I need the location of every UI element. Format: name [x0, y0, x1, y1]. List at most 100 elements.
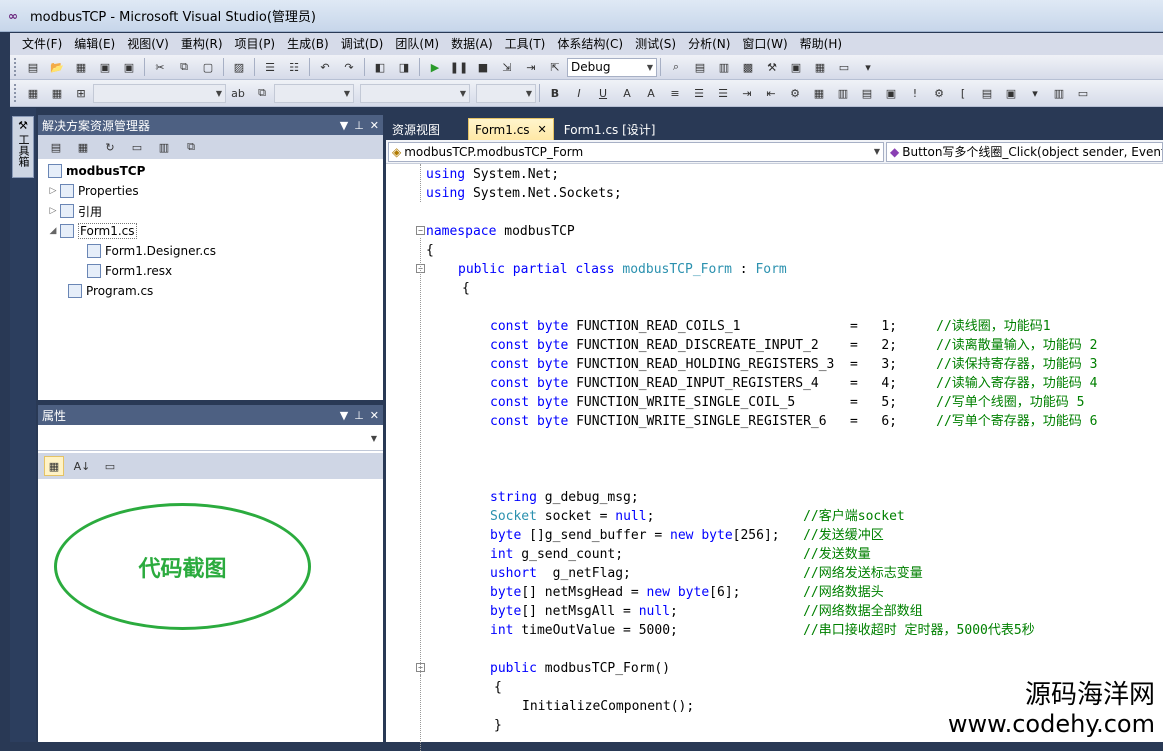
code-line[interactable]: − namespace modbusTCP [386, 222, 1163, 241]
menu-team[interactable]: 团队(M) [389, 34, 445, 54]
code-line[interactable] [386, 431, 1163, 450]
copy-icon[interactable]: ⧉ [174, 57, 194, 77]
code-line[interactable]: ushort g_netFlag; //网络发送标志变量 [386, 564, 1163, 583]
code-line[interactable]: using System.Net; [386, 165, 1163, 184]
font-family-select[interactable]: ▼ [360, 83, 470, 103]
pin-icon[interactable]: ⊥ [354, 409, 364, 422]
code-line[interactable]: string g_debug_msg; [386, 488, 1163, 507]
menu-view[interactable]: 视图(V) [121, 34, 175, 54]
tab-form1-design[interactable]: Form1.cs [设计] [558, 118, 662, 140]
code-line[interactable]: const byte FUNCTION_READ_HOLDING_REGISTE… [386, 355, 1163, 374]
property-pages-icon[interactable]: ▭ [100, 456, 120, 476]
book-icon[interactable]: ▥ [1049, 83, 1069, 103]
code-line[interactable]: using System.Net.Sockets; [386, 184, 1163, 203]
tree-item-form1-designer[interactable]: Form1.Designer.cs [38, 241, 383, 261]
code-line[interactable]: const byte FUNCTION_WRITE_SINGLE_COIL_5 … [386, 393, 1163, 412]
extension-manager-icon[interactable]: ▣ [786, 57, 806, 77]
toolbar-grip[interactable] [14, 84, 18, 102]
toolbar-overflow-icon[interactable]: ▾ [858, 57, 878, 77]
properties-window-icon[interactable]: ▥ [714, 57, 734, 77]
numbered-list-icon[interactable]: ☰ [689, 83, 709, 103]
expand-arrow-icon[interactable]: ▷ [46, 206, 60, 216]
menu-project[interactable]: 项目(P) [229, 34, 282, 54]
code-line[interactable]: const byte FUNCTION_READ_INPUT_REGISTERS… [386, 374, 1163, 393]
underline-icon[interactable]: U [593, 83, 613, 103]
stop-icon[interactable]: ■ [473, 57, 493, 77]
code-line[interactable]: int g_send_count; //发送数量 [386, 545, 1163, 564]
solution-explorer-icon[interactable]: ▤ [690, 57, 710, 77]
code-line[interactable]: − public modbusTCP_Form() [386, 659, 1163, 678]
table-row-icon[interactable]: ▥ [833, 83, 853, 103]
tree-item-form1[interactable]: ◢ Form1.cs [38, 221, 383, 241]
save-icon[interactable]: ▣ [95, 57, 115, 77]
comment-icon[interactable]: ☰ [260, 57, 280, 77]
code-line[interactable]: byte[] netMsgHead = new byte[6]; //网络数据头 [386, 583, 1163, 602]
expand-arrow-icon[interactable]: ▷ [46, 186, 60, 196]
menu-debug[interactable]: 调试(D) [335, 34, 390, 54]
navigate-forward-icon[interactable]: ◨ [394, 57, 414, 77]
new-project-icon[interactable]: ▤ [23, 57, 43, 77]
solution-configuration-select[interactable]: Debug ▼ [567, 57, 657, 77]
tree-item-project[interactable]: modbusTCP [38, 161, 383, 181]
code-line[interactable]: { [386, 241, 1163, 260]
code-line[interactable]: Socket socket = null; //客户端socket [386, 507, 1163, 526]
find-in-files-icon[interactable]: ⌕ [666, 57, 686, 77]
add-item-icon[interactable]: ▦ [71, 57, 91, 77]
align-icon[interactable]: ≡ [665, 83, 685, 103]
query-icon[interactable]: ▣ [881, 83, 901, 103]
tree-item-program[interactable]: Program.cs [38, 281, 383, 301]
navigate-backward-icon[interactable]: ◧ [370, 57, 390, 77]
tree-item-properties[interactable]: ▷ Properties [38, 181, 383, 201]
categorized-icon[interactable]: ▦ [44, 456, 64, 476]
sql-icon[interactable]: ▤ [857, 83, 877, 103]
block-format-select[interactable]: ▼ [274, 83, 354, 103]
menu-refactor[interactable]: 重构(R) [175, 34, 229, 54]
step-over-icon[interactable]: ⇥ [521, 57, 541, 77]
save-all-icon[interactable]: ▣ [119, 57, 139, 77]
cut-icon[interactable]: ✂ [150, 57, 170, 77]
dropdown-icon[interactable]: ▼ [340, 119, 348, 132]
menu-edit[interactable]: 编辑(E) [68, 34, 121, 54]
tree-item-form1-resx[interactable]: Form1.resx [38, 261, 383, 281]
tree-item-references[interactable]: ▷ 引用 [38, 201, 383, 221]
start-debugging-icon[interactable]: ▶ [425, 57, 445, 77]
format-icon[interactable]: ⊞ [71, 83, 91, 103]
menu-tools[interactable]: 工具(T) [499, 34, 552, 54]
view-class-diagram-icon[interactable]: ⧉ [181, 137, 201, 157]
view-designer-icon[interactable]: ▥ [154, 137, 174, 157]
collapse-region-icon[interactable]: − [416, 226, 425, 235]
start-page-icon[interactable]: ▦ [810, 57, 830, 77]
code-line[interactable]: const byte FUNCTION_READ_COILS_1 = 1; //… [386, 317, 1163, 336]
grid-icon[interactable]: ▦ [23, 83, 43, 103]
tab-form1-cs[interactable]: Form1.cs ✕ [468, 118, 554, 140]
code-line[interactable] [386, 640, 1163, 659]
close-icon[interactable]: ✕ [538, 123, 547, 136]
refresh-icon[interactable]: ↻ [100, 137, 120, 157]
code-line[interactable]: const byte FUNCTION_READ_DISCREATE_INPUT… [386, 336, 1163, 355]
open-file-icon[interactable]: 📂 [47, 57, 67, 77]
menu-build[interactable]: 生成(B) [281, 34, 335, 54]
code-line[interactable]: int timeOutValue = 5000; //串口接收超时 定时器，50… [386, 621, 1163, 640]
code-line[interactable]: const byte FUNCTION_WRITE_SINGLE_REGISTE… [386, 412, 1163, 431]
bracket-icon[interactable]: [ [953, 83, 973, 103]
code-line[interactable] [386, 298, 1163, 317]
layers-icon[interactable]: ▤ [977, 83, 997, 103]
page-icon[interactable]: ▭ [1073, 83, 1093, 103]
code-line[interactable] [386, 469, 1163, 488]
menu-architecture[interactable]: 体系结构(C) [551, 34, 629, 54]
view-code-icon[interactable]: ▭ [127, 137, 147, 157]
font-size-select[interactable]: ▼ [476, 83, 536, 103]
collapse-arrow-icon[interactable]: ◢ [46, 226, 60, 236]
style-icon[interactable]: ab [228, 83, 248, 103]
code-line[interactable]: byte[] netMsgAll = null; //网络数据全部数组 [386, 602, 1163, 621]
indent-icon[interactable]: ⇥ [737, 83, 757, 103]
member-select[interactable]: ◆ Button写多个线圈_Click(object sender, Event… [886, 141, 1163, 162]
paste-icon[interactable]: ▢ [198, 57, 218, 77]
uncomment-icon[interactable]: ☷ [284, 57, 304, 77]
toolbar-overflow-icon[interactable]: ▾ [1025, 83, 1045, 103]
close-icon[interactable]: ✕ [370, 409, 379, 422]
outdent-icon[interactable]: ⇤ [761, 83, 781, 103]
pause-icon[interactable]: ❚❚ [449, 57, 469, 77]
code-area[interactable]: using System.Net; using System.Net.Socket… [386, 164, 1163, 751]
insert-table-icon[interactable]: ▦ [809, 83, 829, 103]
